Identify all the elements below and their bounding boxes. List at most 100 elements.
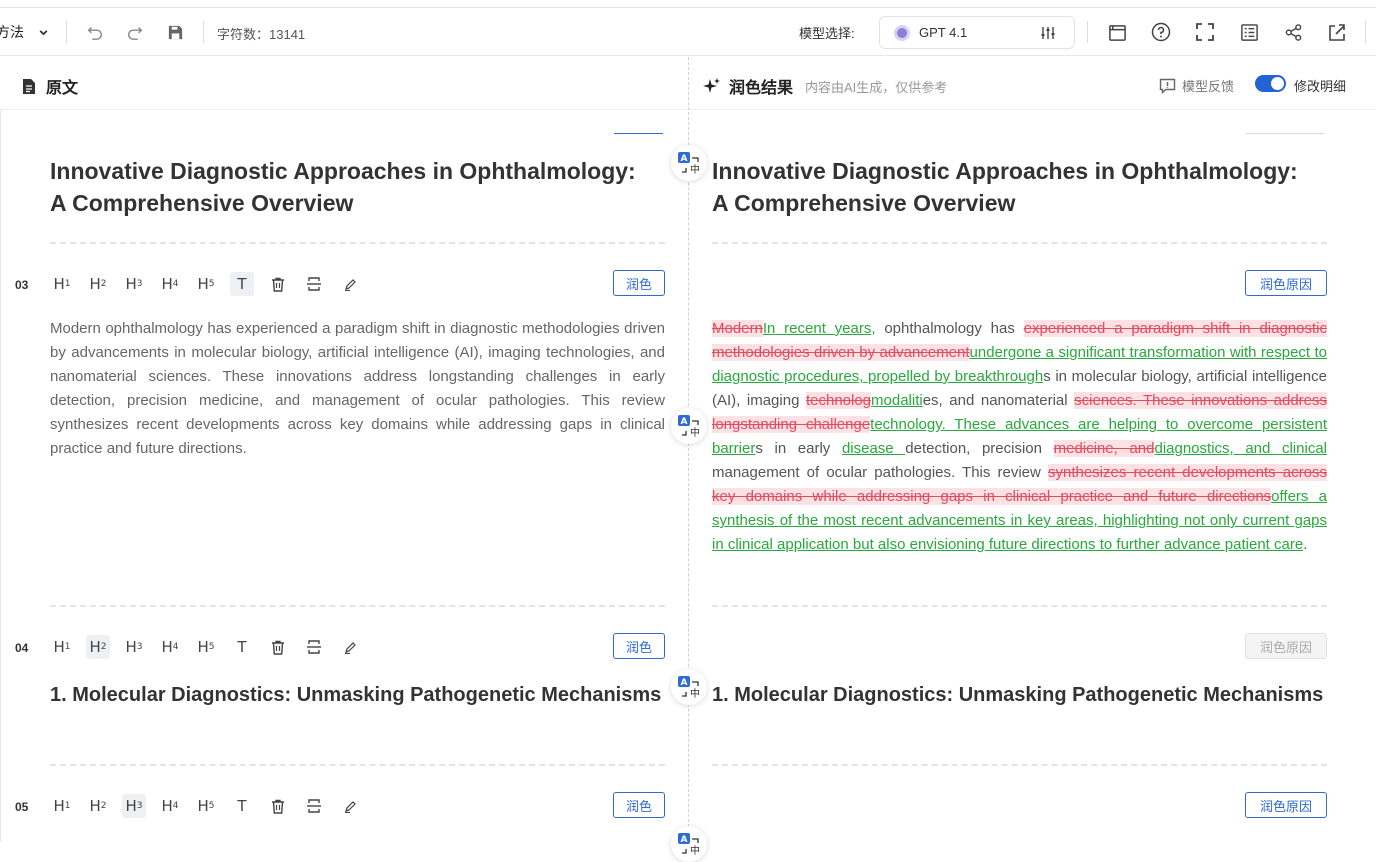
delete-icon[interactable] (266, 635, 290, 659)
translate-icon: A中 (676, 674, 702, 700)
translate-button[interactable]: A中 (671, 826, 707, 862)
save-icon[interactable] (164, 21, 186, 43)
heading-h2-button[interactable]: H2 (86, 794, 110, 818)
export-icon[interactable] (1326, 21, 1348, 43)
svg-text:A: A (681, 678, 688, 688)
row-number: 05 (15, 800, 29, 814)
polish-reason-button[interactable]: 润色原因 (1245, 270, 1327, 296)
fullscreen-icon[interactable] (1194, 21, 1216, 43)
model-settings-icon[interactable] (1040, 25, 1056, 41)
edit-icon[interactable] (338, 272, 362, 296)
edit-icon[interactable] (338, 635, 362, 659)
polish-panel-title: 润色结果 内容由AI生成，仅供参考 (703, 74, 947, 98)
top-toolbar: 方法 字符数：13141 模型选择: GPT 4.1 (0, 9, 1376, 56)
section-divider (50, 242, 665, 244)
original-panel-title: 原文 (22, 74, 78, 98)
section-heading-original[interactable]: 1. Molecular Diagnostics: Unmasking Path… (50, 680, 665, 710)
edit-icon[interactable] (338, 794, 362, 818)
help-icon[interactable] (1150, 21, 1172, 43)
heading-h1-button[interactable]: H1 (50, 794, 74, 818)
deleted-text: technolog (805, 392, 872, 409)
heading-h4-button[interactable]: H4 (158, 272, 182, 296)
translate-button[interactable]: A中 (671, 145, 707, 181)
row-format-toolbar: H1 H2 H3 H4 H5 T (50, 272, 374, 296)
heading-h2-button[interactable]: H2 (86, 272, 110, 296)
text-format-button[interactable]: T (230, 635, 254, 659)
polish-button[interactable]: 润色 (613, 792, 665, 818)
feedback-icon (1159, 78, 1176, 94)
svg-text:中: 中 (690, 687, 700, 700)
polish-button[interactable]: 润色 (613, 633, 665, 659)
heading-h1-button[interactable]: H1 (50, 272, 74, 296)
diff-toggle-label: 修改明细 (1294, 79, 1347, 94)
model-select-label: 模型选择: (799, 26, 855, 41)
polish-title-text: 润色结果 (729, 80, 794, 97)
share-icon[interactable] (1282, 21, 1304, 43)
translate-icon: A中 (676, 413, 702, 439)
heading-h5-button[interactable]: H5 (194, 794, 218, 818)
heading-h1-button[interactable]: H1 (50, 635, 74, 659)
delete-icon[interactable] (266, 272, 290, 296)
ai-disclaimer: 内容由AI生成，仅供参考 (805, 79, 948, 95)
svg-text:中: 中 (690, 163, 700, 176)
list-icon[interactable] (1238, 21, 1260, 43)
split-icon[interactable] (302, 272, 326, 296)
section-divider (712, 764, 1327, 766)
inserted-text: In recent years, (762, 320, 876, 337)
svg-text:A: A (681, 835, 688, 845)
heading-h3-button[interactable]: H3 (122, 794, 146, 818)
translate-button[interactable]: A中 (671, 408, 707, 444)
inserted-text: modaliti (871, 392, 923, 409)
doc-title-original[interactable]: Innovative Diagnostic Approaches in Opht… (50, 155, 670, 219)
unchanged-text: ophthalmology has (875, 320, 1024, 337)
translate-icon: A中 (676, 831, 702, 857)
heading-h4-button[interactable]: H4 (158, 794, 182, 818)
svg-text:中: 中 (690, 426, 700, 439)
book-icon[interactable] (1106, 21, 1128, 43)
heading-h4-button[interactable]: H4 (158, 635, 182, 659)
document-icon (22, 78, 36, 95)
char-count: 字符数：13141 (217, 27, 306, 42)
model-feedback-button[interactable]: 模型反馈 (1159, 76, 1234, 95)
svg-text:A: A (681, 417, 688, 427)
heading-h5-button[interactable]: H5 (194, 272, 218, 296)
section-divider (712, 605, 1327, 607)
row-number: 03 (15, 278, 29, 292)
polish-button[interactable]: 润色 (613, 270, 665, 296)
chevron-down-icon (38, 27, 49, 38)
undo-icon[interactable] (84, 21, 106, 43)
unchanged-text: s in early (755, 440, 842, 457)
mode-dropdown[interactable]: 方法 (0, 22, 49, 42)
original-paragraph[interactable]: Modern ophthalmology has experienced a p… (50, 317, 665, 461)
toolbar-divider (203, 21, 204, 43)
polish-reason-button[interactable]: 润色原因 (1245, 792, 1327, 818)
svg-text:中: 中 (690, 844, 700, 857)
section-divider (712, 242, 1327, 244)
doc-title-polished: Innovative Diagnostic Approaches in Opht… (712, 155, 1332, 219)
heading-h5-button[interactable]: H5 (194, 635, 218, 659)
redo-icon[interactable] (124, 21, 146, 43)
original-title-text: 原文 (46, 80, 79, 97)
toolbar-divider (1365, 21, 1366, 43)
split-icon[interactable] (302, 635, 326, 659)
delete-icon[interactable] (266, 794, 290, 818)
doc-title-line2: A Comprehensive Overview (712, 190, 1016, 216)
row-format-toolbar: H1 H2 H3 H4 H5 T (50, 635, 374, 659)
sparkle-icon (703, 77, 721, 95)
toolbar-divider (66, 21, 67, 43)
section-heading-polished: 1. Molecular Diagnostics: Unmasking Path… (712, 684, 1324, 706)
diff-toggle[interactable] (1255, 75, 1286, 92)
translate-button[interactable]: A中 (671, 669, 707, 705)
heading-h2-button[interactable]: H2 (86, 635, 110, 659)
heading-h3-button[interactable]: H3 (122, 635, 146, 659)
inserted-text: disease (841, 440, 906, 457)
model-logo-icon (894, 24, 910, 41)
split-icon[interactable] (302, 794, 326, 818)
left-edge-border (0, 110, 1, 842)
text-format-button[interactable]: T (230, 794, 254, 818)
heading-h3-button[interactable]: H3 (122, 272, 146, 296)
model-select[interactable]: GPT 4.1 (879, 16, 1075, 49)
mode-label: 方法 (0, 24, 24, 40)
doc-title-line1: Innovative Diagnostic Approaches in Opht… (712, 158, 1298, 184)
text-format-button[interactable]: T (230, 272, 254, 296)
